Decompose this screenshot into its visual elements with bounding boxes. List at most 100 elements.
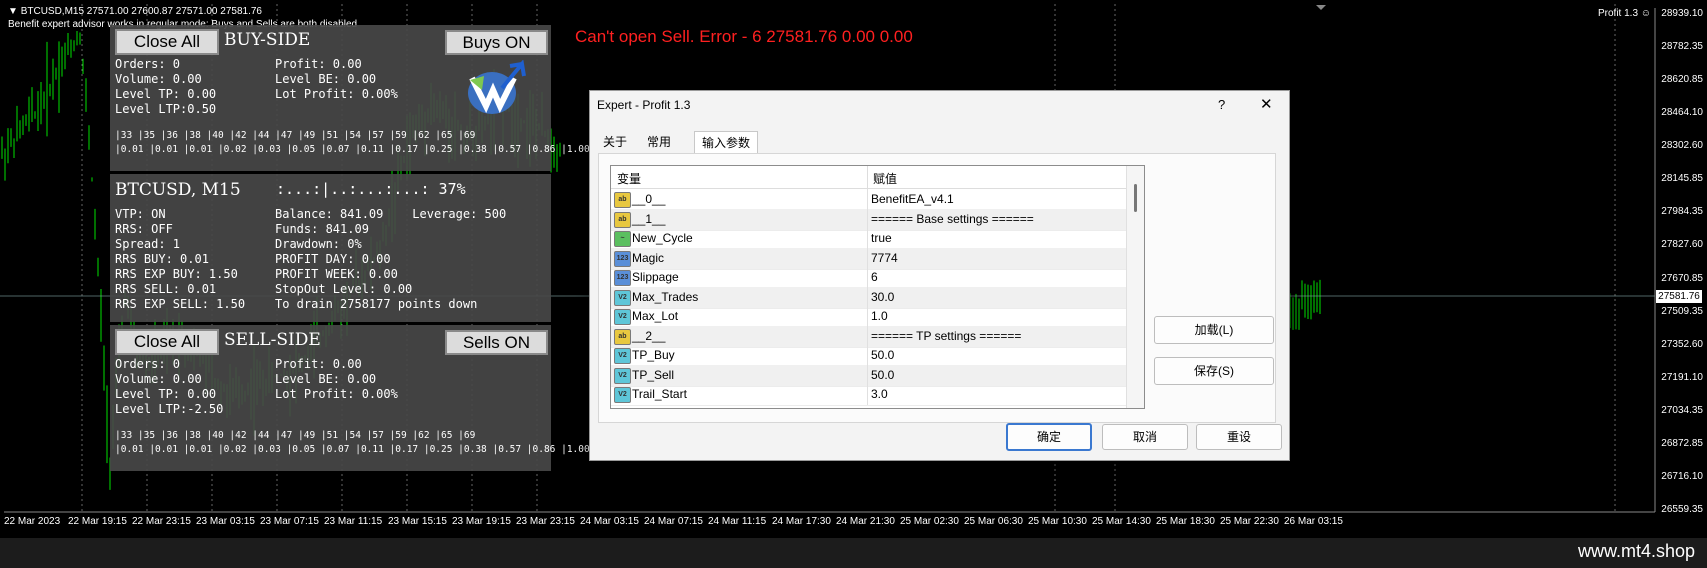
time-tick-label: 24 Mar 11:15	[708, 516, 767, 527]
current-price-tag: 27581.76	[1656, 290, 1702, 303]
ok-button[interactable]: 确定	[1006, 423, 1092, 451]
time-tick-label: 25 Mar 02:30	[900, 516, 959, 527]
sell-scale-levels: |33 |35 |36 |38 |40 |42 |44 |47 |49 |51 …	[115, 430, 476, 441]
price-tick-label: 28302.60	[1661, 140, 1703, 152]
time-tick-label: 22 Mar 19:15	[68, 516, 127, 527]
cancel-button[interactable]: 取消	[1102, 424, 1188, 450]
time-tick-label: 25 Mar 22:30	[1220, 516, 1279, 527]
buy-stats-right: Profit: 0.00 Level BE: 0.00 Lot Profit: …	[275, 57, 398, 101]
row-value[interactable]: 50.0	[871, 368, 894, 382]
table-scrollbar[interactable]	[1126, 166, 1144, 408]
time-tick-label: 22 Mar 2023	[4, 516, 61, 527]
price-tick-label: 26872.85	[1661, 437, 1703, 449]
price-tick-label: 27034.35	[1661, 404, 1703, 416]
ab-type-icon: ab	[614, 328, 631, 345]
save-button[interactable]: 保存(S)	[1154, 357, 1274, 385]
ab-type-icon: ab	[614, 192, 631, 208]
sell-side-panel: Close All SELL-SIDE Sells ON Orders: 0 V…	[110, 325, 658, 471]
time-tick-label: 23 Mar 15:15	[388, 516, 447, 527]
row-variable: __1__	[632, 211, 666, 226]
row-variable: __0__	[632, 192, 666, 206]
ea-label: Profit 1.3 ☺	[1598, 8, 1652, 19]
time-tick-label: 26 Mar 03:15	[1284, 516, 1343, 527]
sell-close-all-button[interactable]: Close All	[115, 329, 219, 355]
buy-side-panel: Close All BUY-SIDE Buys ON Orders: 0 Vol…	[110, 25, 658, 171]
time-tick-label: 24 Mar 07:15	[644, 516, 703, 527]
tab-about[interactable]: 关于	[598, 131, 632, 153]
time-tick-label: 25 Mar 06:30	[964, 516, 1023, 527]
row-value[interactable]: 3.0	[871, 387, 888, 401]
row-value[interactable]: 7774	[871, 251, 898, 265]
watermark: www.mt4.shop	[1577, 541, 1695, 561]
price-tick-label: 27670.85	[1661, 272, 1703, 284]
row-variable: New_Cycle	[632, 231, 693, 245]
time-tick-label: 23 Mar 11:15	[324, 516, 383, 527]
tab-common[interactable]: 常用	[642, 131, 676, 153]
price-tick-label: 27509.35	[1661, 305, 1703, 317]
price-tick-label: 28145.85	[1661, 173, 1703, 185]
row-variable: Magic	[632, 250, 665, 265]
buy-scale-levels: |33 |35 |36 |38 |40 |42 |44 |47 |49 |51 …	[115, 130, 476, 141]
time-tick-label: 25 Mar 18:30	[1156, 516, 1215, 527]
row-value[interactable]: 1.0	[871, 309, 888, 323]
v2-type-icon: V2	[614, 289, 631, 306]
time-tick-label: 23 Mar 19:15	[452, 516, 511, 527]
info-right: Balance: 841.09 Leverage: 500 Funds: 841…	[275, 207, 507, 311]
sell-side-title: SELL-SIDE	[224, 330, 321, 350]
row-value[interactable]: 30.0	[871, 290, 894, 304]
table-header: 变量 赋值	[611, 166, 1126, 189]
load-button[interactable]: 加载(L)	[1154, 316, 1274, 344]
row-value[interactable]: ====== Base settings ======	[871, 212, 1034, 226]
reset-button[interactable]: 重设	[1196, 424, 1282, 450]
price-tick-label: 27984.35	[1661, 206, 1703, 218]
time-tick-label: 25 Mar 10:30	[1028, 516, 1087, 527]
row-variable: __2__	[632, 328, 666, 343]
price-tick-label: 28939.10	[1661, 8, 1703, 19]
chart-symbol-line: ▼ BTCUSD,M15 27571.00 27600.87 27571.00 …	[8, 6, 262, 17]
buy-close-all-button[interactable]: Close All	[115, 29, 219, 55]
bool-type-icon: ~	[614, 231, 631, 247]
column-value[interactable]: 赋值	[873, 170, 897, 187]
table-row[interactable]: V2 Trail_Start 3.0	[611, 384, 1126, 406]
price-tick-label: 27352.60	[1661, 338, 1703, 350]
price-tick-label: 28620.85	[1661, 74, 1703, 86]
row-value[interactable]: true	[871, 231, 892, 245]
row-value[interactable]: BenefitEA_v4.1	[871, 192, 954, 206]
symbol-quote: BTCUSD,M15 27571.00 27600.87 27571.00 27…	[20, 6, 262, 17]
sell-stats-left: Orders: 0 Volume: 0.00 Level TP: 0.00 Le…	[115, 357, 224, 416]
row-value[interactable]: ====== TP settings ======	[871, 329, 1021, 343]
help-button[interactable]: ?	[1218, 97, 1225, 112]
time-tick-label: 25 Mar 14:30	[1092, 516, 1151, 527]
row-value[interactable]: 6	[871, 270, 878, 284]
benefit-logo-icon	[462, 59, 532, 120]
123-type-icon: 123	[614, 250, 631, 267]
v2-type-icon: V2	[614, 309, 631, 325]
buys-on-button[interactable]: Buys ON	[445, 30, 548, 55]
row-value[interactable]: 50.0	[871, 348, 894, 362]
menu-triangle-icon[interactable]: ▼	[8, 6, 18, 17]
bottom-bar: www.mt4.shop	[0, 538, 1707, 568]
sells-on-button[interactable]: Sells ON	[445, 330, 548, 355]
column-variable[interactable]: 变量	[617, 170, 641, 187]
scrollbar-thumb[interactable]	[1134, 184, 1137, 212]
price-tick-label: 26716.10	[1661, 470, 1703, 482]
v2-type-icon: V2	[614, 348, 631, 364]
v2-type-icon: V2	[614, 367, 631, 384]
close-icon[interactable]: ✕	[1260, 95, 1273, 113]
row-variable: Trail_Start	[632, 387, 687, 401]
inputs-table[interactable]: 变量 赋值 ab __0__ BenefitEA_v4.1 ab __1__ ======…	[610, 165, 1145, 409]
account-info-panel: BTCUSD, M15 :...:|..:...:...: 37% VTP: O…	[110, 174, 551, 322]
tab-inputs[interactable]: 输入参数	[694, 131, 758, 154]
row-variable: Max_Trades	[632, 289, 699, 304]
price-tick-label: 28464.10	[1661, 107, 1703, 119]
row-variable: Max_Lot	[632, 309, 679, 323]
time-tick-label: 24 Mar 03:15	[580, 516, 639, 527]
sell-stats-right: Profit: 0.00 Level BE: 0.00 Lot Profit: …	[275, 357, 398, 401]
v2-type-icon: V2	[614, 387, 631, 403]
buy-scale-lots: |0.01 |0.01 |0.01 |0.02 |0.03 |0.05 |0.0…	[115, 144, 659, 155]
price-tick-label: 26559.35	[1661, 504, 1703, 515]
error-message: Can't open Sell. Error - 6 27581.76 0.00…	[575, 27, 913, 46]
row-variable: Slippage	[632, 270, 679, 284]
time-tick-label: 23 Mar 07:15	[260, 516, 319, 527]
ab-type-icon: ab	[614, 211, 631, 228]
